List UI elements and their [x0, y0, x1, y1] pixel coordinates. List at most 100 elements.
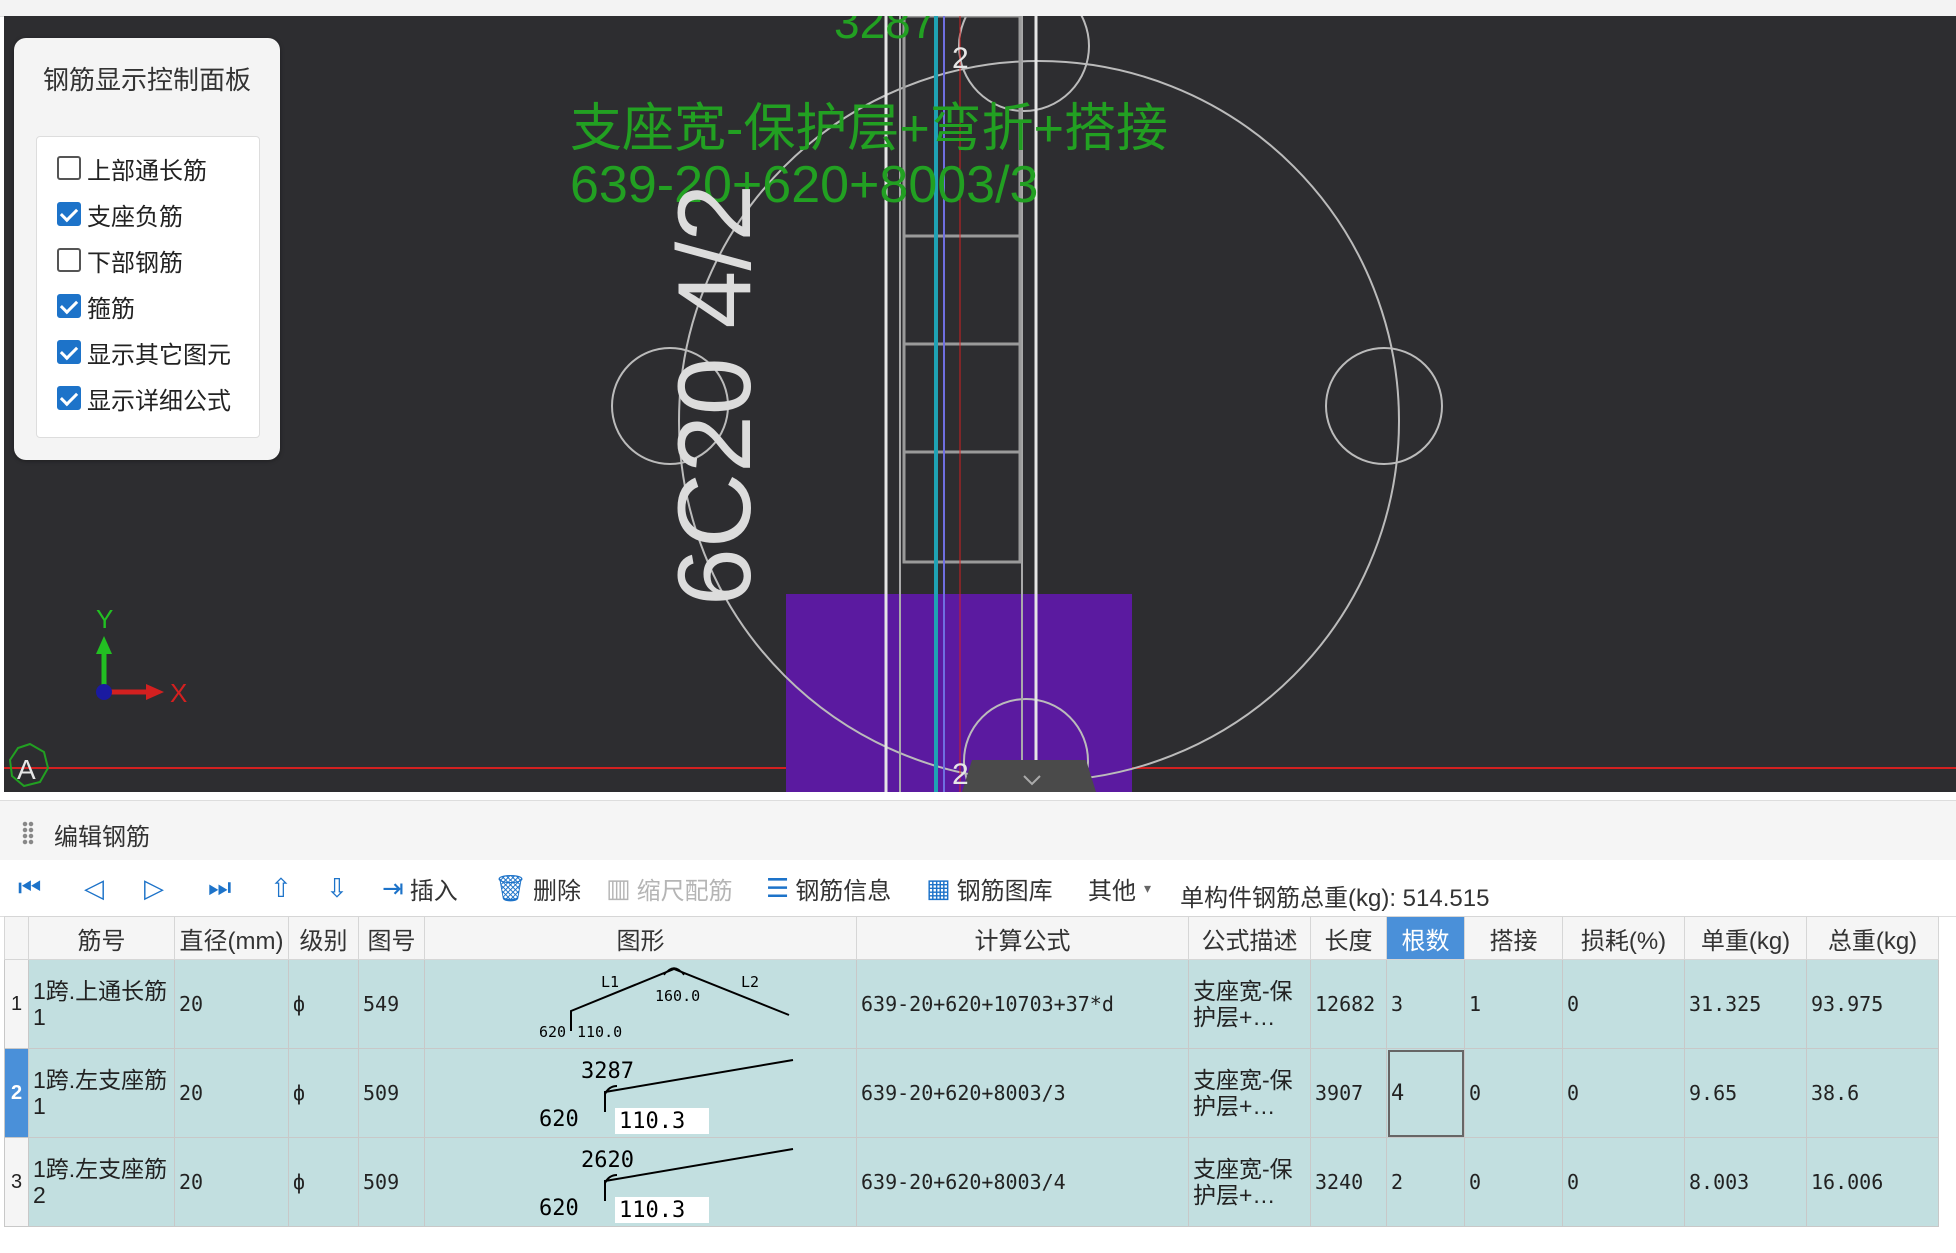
shape-drawing-549: L1 L2 160.0 620 110.0 [539, 967, 790, 1041]
header-corner [4, 916, 29, 960]
checkbox-stirrup[interactable]: 箍筋 [57, 289, 135, 323]
checkbox-checked-icon[interactable] [57, 202, 81, 226]
cell-formula[interactable]: 639-20+620+10703+37*d [856, 959, 1189, 1049]
col-header-shape[interactable]: 图形 [424, 916, 857, 960]
rebar-library-button[interactable]: ▦ 钢筋图库 [926, 870, 1053, 906]
delete-button[interactable]: 🗑 删除 [494, 870, 581, 906]
last-record-button[interactable]: ⏭ [208, 870, 237, 906]
cell-diameter[interactable]: 20 [174, 959, 289, 1049]
col-header-grade[interactable]: 级别 [288, 916, 359, 960]
checkbox-show-other-elements[interactable]: 显示其它图元 [57, 335, 231, 369]
cell-grade[interactable]: ф [288, 1137, 359, 1227]
edit-rebar-header: 编辑钢筋 [0, 800, 1956, 861]
axis-bottom-label: 2 [952, 758, 969, 791]
scale-rebar-button[interactable]: ▥ 缩尺配筋 [606, 870, 733, 906]
checkbox-icon[interactable] [57, 156, 81, 180]
dropdown-caret-icon: ▾ [1144, 879, 1152, 896]
cell-count-active[interactable]: 4 [1386, 1048, 1465, 1138]
checkbox-checked-icon[interactable] [57, 340, 81, 364]
cell-formula-desc[interactable]: 支座宽-保护层+… [1188, 1048, 1311, 1138]
drag-grip-icon[interactable] [22, 821, 34, 845]
checkbox-show-detailed-formula[interactable]: 显示详细公式 [57, 381, 231, 415]
cell-formula-desc[interactable]: 支座宽-保护层+… [1188, 959, 1311, 1049]
cell-grade[interactable]: ф [288, 1048, 359, 1138]
next-record-button[interactable]: ▷ [144, 870, 170, 906]
cell-bar-no[interactable]: 1跨.左支座筋1 [28, 1048, 175, 1138]
col-header-diameter[interactable]: 直径(mm) [174, 916, 289, 960]
other-dropdown[interactable]: 其他 ▾ [1088, 870, 1151, 906]
viewport-canvas[interactable]: 3287 支座宽-保护层+弯折+搭接 639-20+620+8003/3 6C2… [4, 16, 1956, 792]
cell-figure-no[interactable]: 509 [358, 1137, 425, 1227]
shape-label-left: 620 [539, 1023, 566, 1041]
cell-shape[interactable]: 3287 620 110.3 [424, 1048, 857, 1138]
checkbox-checked-icon[interactable] [57, 386, 81, 410]
cell-length[interactable]: 3907 [1310, 1048, 1387, 1138]
table-row[interactable]: 3 1跨.左支座筋2 20 ф 509 2620 620 110.3 639-2… [4, 1137, 1939, 1227]
checkbox-support-negative-rebar[interactable]: 支座负筋 [57, 197, 183, 231]
cell-length[interactable]: 3240 [1310, 1137, 1387, 1227]
cell-total-weight[interactable]: 38.6 [1806, 1048, 1939, 1138]
cell-formula[interactable]: 639-20+620+8003/4 [856, 1137, 1189, 1227]
cell-total-weight[interactable]: 93.975 [1806, 959, 1939, 1049]
col-header-formula-desc[interactable]: 公式描述 [1188, 916, 1311, 960]
row-index[interactable]: 3 [4, 1137, 29, 1227]
cell-lap[interactable]: 1 [1464, 959, 1563, 1049]
cell-bar-no[interactable]: 1跨.左支座筋2 [28, 1137, 175, 1227]
col-header-count[interactable]: 根数 [1386, 916, 1465, 960]
cell-length[interactable]: 12682 [1310, 959, 1387, 1049]
cell-bar-no[interactable]: 1跨.上通长筋1 [28, 959, 175, 1049]
cell-unit-weight[interactable]: 31.325 [1684, 959, 1807, 1049]
col-header-length[interactable]: 长度 [1310, 916, 1387, 960]
axis-A-label: A [17, 754, 36, 785]
move-down-button[interactable]: ⇩ [326, 870, 354, 906]
cell-total-weight[interactable]: 16.006 [1806, 1137, 1939, 1227]
panel-title: 钢筋显示控制面板 [42, 65, 251, 95]
cell-figure-no[interactable]: 549 [358, 959, 425, 1049]
col-header-formula[interactable]: 计算公式 [856, 916, 1189, 960]
cell-unit-weight[interactable]: 8.003 [1684, 1137, 1807, 1227]
cell-formula-desc[interactable]: 支座宽-保护层+… [1188, 1137, 1311, 1227]
cell-unit-weight[interactable]: 9.65 [1684, 1048, 1807, 1138]
row-index-selected[interactable]: 2 [4, 1048, 29, 1138]
cell-loss[interactable]: 0 [1562, 1137, 1685, 1227]
col-header-loss[interactable]: 损耗(%) [1562, 916, 1685, 960]
move-up-button[interactable]: ⇧ [270, 870, 298, 906]
rebar-display-control-panel: 钢筋显示控制面板 上部通长筋 支座负筋 下部钢筋 箍筋 显示其它图元 显示详细公… [14, 38, 280, 460]
table-row[interactable]: 2 1跨.左支座筋1 20 ф 509 3287 620 110.3 639-2… [4, 1048, 1939, 1138]
cell-diameter[interactable]: 20 [174, 1137, 289, 1227]
cell-grade[interactable]: ф [288, 959, 359, 1049]
checkbox-checked-icon[interactable] [57, 294, 81, 318]
rebar-3d-viewport[interactable]: 3287 支座宽-保护层+弯折+搭接 639-20+620+8003/3 6C2… [4, 16, 1956, 792]
checkbox-top-through-rebar[interactable]: 上部通长筋 [57, 151, 207, 185]
checkbox-bottom-rebar[interactable]: 下部钢筋 [57, 243, 183, 277]
info-list-icon: ☰ [766, 872, 790, 903]
checkbox-icon[interactable] [57, 248, 81, 272]
col-header-figure-no[interactable]: 图号 [358, 916, 425, 960]
total-weight-value: 514.515 [1402, 885, 1490, 912]
prev-record-button[interactable]: ◁ [84, 870, 110, 906]
shape-label-l2: L2 [741, 973, 759, 991]
first-record-button[interactable]: ⏮ [18, 870, 47, 906]
cell-shape[interactable]: L1 L2 160.0 620 110.0 [424, 959, 857, 1049]
cell-count[interactable]: 3 [1386, 959, 1465, 1049]
rebar-info-button[interactable]: ☰ 钢筋信息 [766, 870, 891, 906]
cell-figure-no[interactable]: 509 [358, 1048, 425, 1138]
shape-label-left: 620 [539, 1107, 579, 1132]
cell-diameter[interactable]: 20 [174, 1048, 289, 1138]
cell-loss[interactable]: 0 [1562, 959, 1685, 1049]
move-up-icon: ⇧ [270, 872, 292, 903]
row-index[interactable]: 1 [4, 959, 29, 1049]
insert-button[interactable]: ⇥ 插入 [382, 870, 458, 906]
col-header-total-weight[interactable]: 总重(kg) [1806, 916, 1939, 960]
col-header-bar-no[interactable]: 筋号 [28, 916, 175, 960]
cell-lap[interactable]: 0 [1464, 1137, 1563, 1227]
cell-count[interactable]: 2 [1386, 1137, 1465, 1227]
shape-label-mid: 160.0 [655, 987, 700, 1005]
col-header-unit-weight[interactable]: 单重(kg) [1684, 916, 1807, 960]
cell-shape[interactable]: 2620 620 110.3 [424, 1137, 857, 1227]
table-row[interactable]: 1 1跨.上通长筋1 20 ф 549 L1 L2 160.0 620 110.… [4, 959, 1939, 1049]
cell-lap[interactable]: 0 [1464, 1048, 1563, 1138]
cell-formula[interactable]: 639-20+620+8003/3 [856, 1048, 1189, 1138]
cell-loss[interactable]: 0 [1562, 1048, 1685, 1138]
col-header-lap[interactable]: 搭接 [1464, 916, 1563, 960]
